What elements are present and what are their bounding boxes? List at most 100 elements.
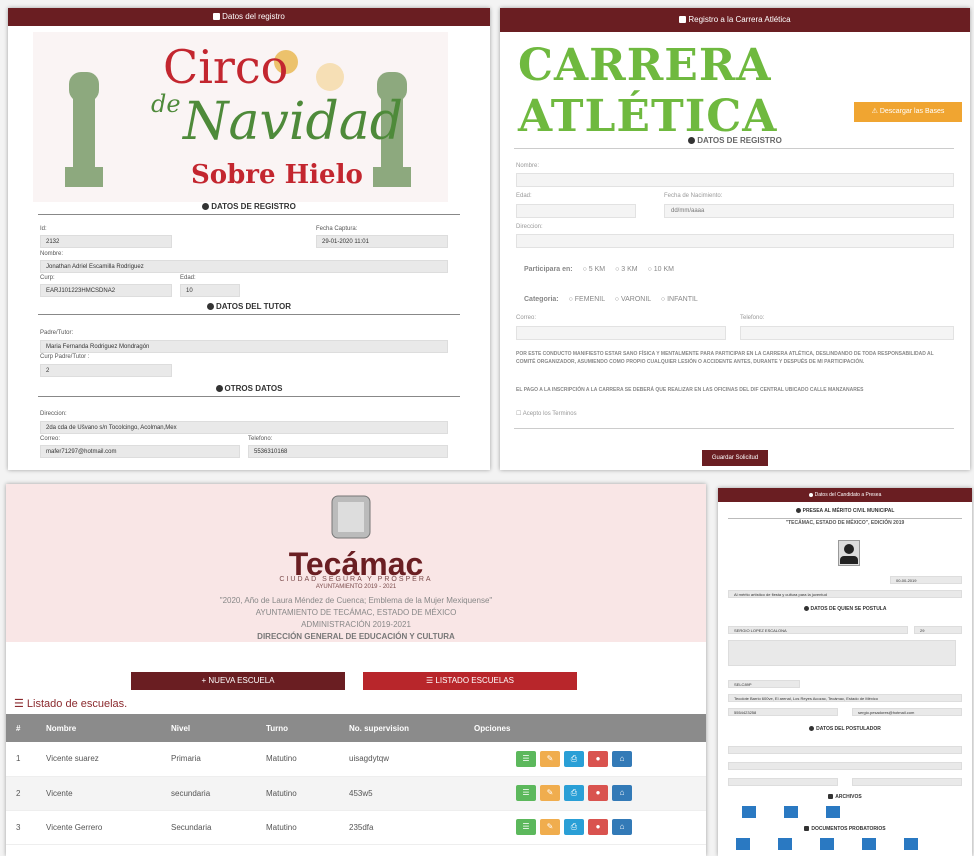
docs-row xyxy=(722,838,932,852)
user-icon xyxy=(202,203,210,210)
users-icon[interactable]: ● xyxy=(588,785,608,801)
file-icon[interactable] xyxy=(778,838,792,850)
nueva-escuela-button[interactable]: + NUEVA ESCUELA xyxy=(131,672,345,690)
telefono-label: Telefono: xyxy=(248,436,273,442)
guardar-solicitud-button[interactable]: Guardar Solicitud xyxy=(702,450,768,466)
direccion-field[interactable]: 2da cda de Ušvano s/n Tocolcingo, Acolma… xyxy=(40,421,448,434)
radio-5km-label: 5 KM xyxy=(588,266,606,273)
ayuntamiento: AYUNTAMIENTO DE TECÁMAC, ESTADO DE MÉXIC… xyxy=(255,608,457,617)
curp-field[interactable]: EARJ101223HMCSDNA2 xyxy=(40,284,172,297)
postulador-telefono-field[interactable] xyxy=(728,778,838,786)
banner-title-hielo: Sobre Hielo xyxy=(191,160,363,190)
terms-text: POR ESTE CONDUCTO MANIFIESTO ESTAR SANO … xyxy=(516,351,934,365)
curp-field[interactable]: SELC89P xyxy=(728,680,800,688)
otros-section: OTROS DATOS xyxy=(8,380,490,401)
correo-label: Correo: xyxy=(40,436,61,442)
postulador-direccion-field[interactable] xyxy=(728,762,962,770)
section-postula: DATOS DE QUIEN SE POSTULA xyxy=(718,606,972,612)
edit-icon[interactable]: ✎ xyxy=(540,785,560,801)
radio-10km[interactable]: ○ 10 KM xyxy=(648,266,674,273)
categoria-label: Categoria: xyxy=(524,296,559,303)
home-icon[interactable]: ⌂ xyxy=(612,819,632,835)
table-row: 1 Vicente suarez Primaria Matutino uisag… xyxy=(6,742,706,777)
home-icon[interactable]: ⌂ xyxy=(612,785,632,801)
document-icon xyxy=(213,13,221,20)
print-icon[interactable]: ⎙ xyxy=(564,819,584,835)
telefono-field[interactable]: 5554423258 xyxy=(728,708,838,716)
nombre-field[interactable]: SERGIO LOPEZ ESCALONA xyxy=(728,626,908,634)
file-icon xyxy=(828,794,834,799)
correo-field[interactable]: sergio.pesadores@hotmail.com xyxy=(852,708,962,716)
accept-terms-checkbox[interactable]: ☐ Acepto los Terminos xyxy=(516,410,577,417)
edad-field[interactable]: 29 xyxy=(914,626,962,634)
radio-5km[interactable]: ○ 5 KM xyxy=(583,266,606,273)
radio-3km[interactable]: ○ 3 KM xyxy=(615,266,638,273)
registro-section: DATOS DE REGISTRO xyxy=(8,198,490,219)
participa-group: Participara en: ○ 5 KM ○ 3 KM ○ 10 KM xyxy=(524,266,674,273)
award-icon xyxy=(795,508,801,513)
file-icon[interactable] xyxy=(826,806,840,818)
file-icon[interactable] xyxy=(820,838,834,850)
user-icon xyxy=(809,726,815,731)
correo-input[interactable] xyxy=(516,326,726,340)
categoria-field[interactable]: Al mérito artístico de fiesta y cultura … xyxy=(728,590,962,598)
curp-padre-field[interactable]: 2 xyxy=(40,364,172,377)
edad-input[interactable] xyxy=(516,204,636,218)
edit-icon[interactable]: ✎ xyxy=(540,750,560,767)
cell-supervision: 235dfa xyxy=(339,810,464,845)
telefono-field[interactable]: 5536310168 xyxy=(248,445,448,458)
archivos-row xyxy=(728,806,854,820)
edit-icon[interactable]: ✎ xyxy=(540,819,560,835)
fecha-field[interactable]: 00-00-2019 xyxy=(890,576,962,584)
nombre-input[interactable] xyxy=(516,173,954,187)
postulador-nombre-field[interactable] xyxy=(728,746,962,754)
users-icon[interactable]: ● xyxy=(588,750,608,767)
tecamac-logo-years: AYUNTAMIENTO 2019 - 2021 xyxy=(315,584,397,590)
cell-turno: Matutino xyxy=(256,742,339,777)
listado-escuelas-label: LISTADO ESCUELAS xyxy=(435,676,514,685)
cell-supervision: 453w5 xyxy=(339,776,464,811)
edad-field[interactable]: 10 xyxy=(180,284,240,297)
nombre-field[interactable]: Jonathan Adriel Escamilla Rodriguez xyxy=(40,260,448,273)
file-icon[interactable] xyxy=(862,838,876,850)
list-icon[interactable]: ☰ xyxy=(516,785,536,801)
list-icon: ☰ xyxy=(14,698,27,710)
telefono-input[interactable] xyxy=(740,326,954,340)
file-icon[interactable] xyxy=(736,838,750,850)
radio-varonil[interactable]: ○ VARONIL xyxy=(615,296,651,303)
radio-infantil[interactable]: ○ INFANTIL xyxy=(661,296,698,303)
cell-num: 1 xyxy=(6,742,36,777)
users-icon xyxy=(207,303,215,310)
descripcion-textarea[interactable] xyxy=(728,640,956,666)
list-icon[interactable]: ☰ xyxy=(516,819,536,835)
correo-field[interactable]: mafer71297@hotmail.com xyxy=(40,445,240,458)
edad-label: Edad: xyxy=(180,275,196,281)
listado-escuelas-button[interactable]: ☰ LISTADO ESCUELAS xyxy=(363,672,577,690)
fecha-nac-input[interactable]: dd/mm/aaaa xyxy=(664,204,954,218)
download-bases-button[interactable]: ⚠ Descargar las Bases xyxy=(854,102,962,122)
direccion-input[interactable] xyxy=(516,234,954,248)
banner-title-de: de xyxy=(151,90,181,118)
cell-nombre: Vicente xyxy=(36,776,161,811)
section-datos-registro: DATOS DE REGISTRO xyxy=(8,202,490,211)
users-icon[interactable]: ● xyxy=(588,819,608,835)
carrera-section-label: DATOS DE REGISTRO xyxy=(697,136,782,145)
section-postulador: DATOS DEL POSTULADOR xyxy=(718,726,972,732)
id-field[interactable]: 2132 xyxy=(40,235,172,248)
file-icon[interactable] xyxy=(784,806,798,818)
file-icon[interactable] xyxy=(904,838,918,850)
home-icon[interactable]: ⌂ xyxy=(612,750,632,767)
postulador-correo-field[interactable] xyxy=(852,778,962,786)
fecha-label: Fecha Captura: xyxy=(316,226,358,232)
print-icon[interactable]: ⎙ xyxy=(564,750,584,767)
file-icon[interactable] xyxy=(742,806,756,818)
radio-femenil[interactable]: ○ FEMENIL xyxy=(569,296,605,303)
padre-field[interactable]: Maria Fernanda Rodriguez Mondragón xyxy=(40,340,448,353)
print-icon[interactable]: ⎙ xyxy=(564,785,584,801)
registro-header: Datos del registro xyxy=(8,8,490,26)
divider xyxy=(514,148,954,149)
list-icon[interactable]: ☰ xyxy=(516,750,536,767)
fecha-field[interactable]: 29-01-2020 11:01 xyxy=(316,235,448,248)
direccion-field[interactable]: Tecolote Barrio 600ve, El arenal, Los Re… xyxy=(728,694,962,702)
table-row: 2 Vicente secundaria Matutino 453w5 ☰ ✎ ⎙ ●… xyxy=(6,776,706,811)
